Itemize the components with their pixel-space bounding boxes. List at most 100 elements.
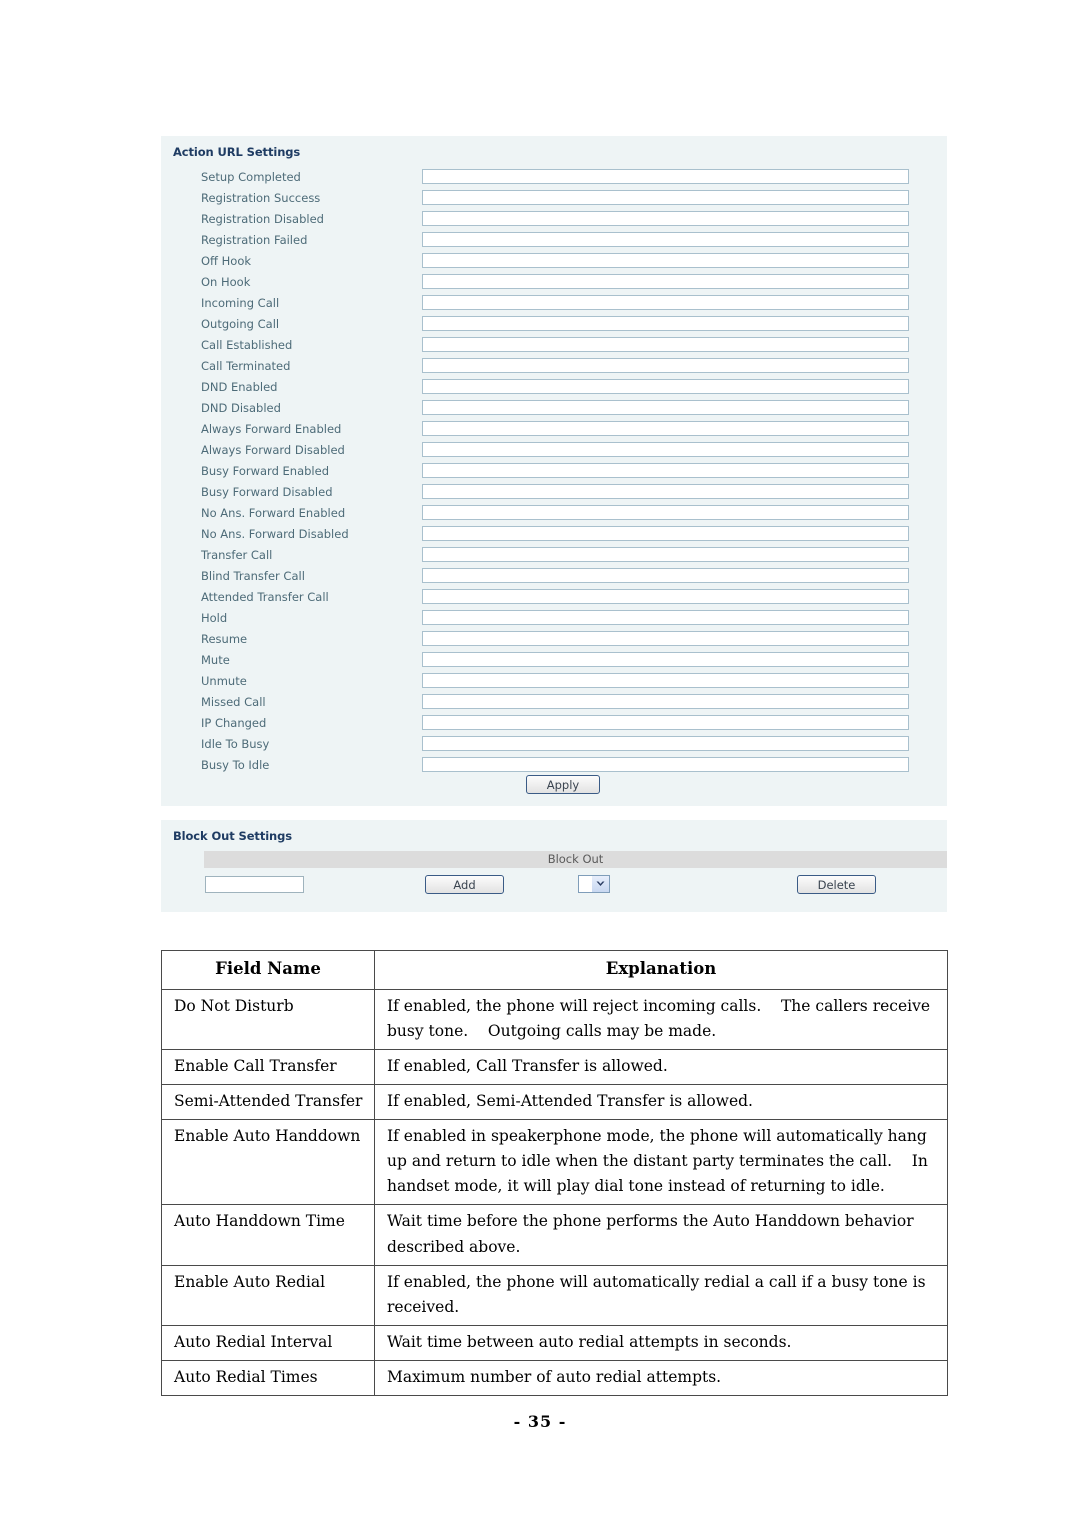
action-url-row-label: No Ans. Forward Enabled bbox=[201, 506, 346, 520]
action-url-row-label: Setup Completed bbox=[201, 170, 301, 184]
table-cell-explanation: If enabled in speakerphone mode, the pho… bbox=[374, 1119, 948, 1206]
block-out-settings-panel: Block Out Settings Block Out Add Delete bbox=[161, 820, 947, 912]
action-url-row-input[interactable] bbox=[422, 610, 909, 625]
chevron-down-icon[interactable] bbox=[592, 876, 609, 892]
table-row: Do Not Disturb If enabled, the phone will… bbox=[161, 988, 948, 1050]
action-url-settings-title: Action URL Settings bbox=[173, 145, 301, 159]
action-url-row-input[interactable] bbox=[422, 316, 909, 331]
table-row: Enable Auto Handdown If enabled in speake… bbox=[161, 1119, 948, 1206]
table-row: Semi-Attended Transfer If enabled, Semi-A… bbox=[161, 1084, 948, 1121]
action-url-row-label: Always Forward Enabled bbox=[201, 422, 342, 436]
action-url-row-input[interactable] bbox=[422, 295, 909, 310]
table-cell-explanation: If enabled, Call Transfer is allowed. bbox=[374, 1048, 948, 1086]
action-url-row-input[interactable] bbox=[422, 568, 909, 583]
block-out-input[interactable] bbox=[205, 876, 304, 893]
action-url-row: Busy Forward Enabled bbox=[161, 463, 947, 484]
action-url-row-label: Unmute bbox=[201, 674, 247, 688]
action-url-row-label: On Hook bbox=[201, 275, 251, 289]
action-url-row-input[interactable] bbox=[422, 337, 909, 352]
action-url-row-input[interactable] bbox=[422, 631, 909, 646]
action-url-row-input[interactable] bbox=[422, 274, 909, 289]
table-cell-field-name: Auto Redial Interval bbox=[161, 1324, 375, 1362]
action-url-row-label: Idle To Busy bbox=[201, 737, 270, 751]
action-url-row: Call Terminated bbox=[161, 358, 947, 379]
table-row: Auto Redial Interval Wait time between au… bbox=[161, 1324, 948, 1362]
action-url-row-input[interactable] bbox=[422, 757, 909, 772]
table-cell-explanation: If enabled, the phone will reject incomi… bbox=[374, 988, 948, 1050]
action-url-row-label: Resume bbox=[201, 632, 248, 646]
action-url-row: Resume bbox=[161, 631, 947, 652]
table-row: Auto Redial Times Maximum number of auto … bbox=[161, 1360, 948, 1397]
action-url-row: DND Disabled bbox=[161, 400, 947, 421]
action-url-row-input[interactable] bbox=[422, 442, 909, 457]
table-body: Do Not Disturb If enabled, the phone will… bbox=[161, 988, 948, 1397]
block-out-column-header-label: Block Out bbox=[547, 852, 604, 866]
action-url-row-label: Registration Success bbox=[201, 191, 321, 205]
action-url-row-label: Call Established bbox=[201, 338, 293, 352]
action-url-row-label: Blind Transfer Call bbox=[201, 569, 305, 583]
table-cell-explanation: Wait time between auto redial attempts i… bbox=[374, 1324, 948, 1362]
action-url-row-input[interactable] bbox=[422, 484, 909, 499]
action-url-row: Hold bbox=[161, 610, 947, 631]
action-url-row-input[interactable] bbox=[422, 421, 909, 436]
table-cell-field-name: Enable Auto Redial bbox=[161, 1264, 375, 1326]
action-url-row-input[interactable] bbox=[422, 526, 909, 541]
action-url-row-input[interactable] bbox=[422, 211, 909, 226]
table-cell-field-name: Auto Handdown Time bbox=[161, 1204, 375, 1266]
block-out-select[interactable] bbox=[578, 875, 610, 893]
action-url-row-input[interactable] bbox=[422, 253, 909, 268]
action-url-row: Registration Failed bbox=[161, 232, 947, 253]
action-url-row-input[interactable] bbox=[422, 190, 909, 205]
action-url-row-label: Off Hook bbox=[201, 254, 252, 268]
apply-button[interactable]: Apply bbox=[526, 775, 600, 794]
delete-button[interactable]: Delete bbox=[797, 875, 876, 894]
action-url-row: IP Changed bbox=[161, 715, 947, 736]
block-out-settings-title: Block Out Settings bbox=[173, 829, 293, 843]
action-url-row-input[interactable] bbox=[422, 379, 909, 394]
table-cell-field-name: Semi-Attended Transfer bbox=[161, 1084, 375, 1121]
action-url-row: No Ans. Forward Enabled bbox=[161, 505, 947, 526]
action-url-row-input[interactable] bbox=[422, 400, 909, 415]
action-url-row-input[interactable] bbox=[422, 358, 909, 373]
table-header-row: Field Name Explanation bbox=[161, 950, 948, 990]
action-url-row: Registration Disabled bbox=[161, 211, 947, 232]
action-url-row-label: Mute bbox=[201, 653, 230, 667]
action-url-row: Always Forward Enabled bbox=[161, 421, 947, 442]
action-url-row: DND Enabled bbox=[161, 379, 947, 400]
action-url-row-label: Always Forward Disabled bbox=[201, 443, 345, 457]
table-cell-explanation: If enabled, the phone will automatically… bbox=[374, 1264, 948, 1326]
block-out-column-header: Block Out bbox=[204, 851, 947, 868]
action-url-row: Transfer Call bbox=[161, 547, 947, 568]
action-url-row-input[interactable] bbox=[422, 694, 909, 709]
action-url-row: Off Hook bbox=[161, 253, 947, 274]
action-url-row-input[interactable] bbox=[422, 169, 909, 184]
action-url-row: Incoming Call bbox=[161, 295, 947, 316]
action-url-row-input[interactable] bbox=[422, 652, 909, 667]
add-button[interactable]: Add bbox=[425, 875, 504, 894]
action-url-row: Busy Forward Disabled bbox=[161, 484, 947, 505]
action-url-row-input[interactable] bbox=[422, 232, 909, 247]
action-url-row: Blind Transfer Call bbox=[161, 568, 947, 589]
table-cell-field-name: Enable Call Transfer bbox=[161, 1048, 375, 1086]
table-cell-field-name: Auto Redial Times bbox=[161, 1360, 375, 1397]
table-row: Auto Handdown Time Wait time before the p… bbox=[161, 1204, 948, 1266]
page-number: - 35 - bbox=[513, 1412, 567, 1431]
action-url-row-label: DND Disabled bbox=[201, 401, 281, 415]
action-url-row-label: Missed Call bbox=[201, 695, 266, 709]
table-cell-explanation: If enabled, Semi-Attended Transfer is al… bbox=[374, 1084, 948, 1121]
action-url-row-input[interactable] bbox=[422, 673, 909, 688]
action-url-row-label: Registration Failed bbox=[201, 233, 308, 247]
action-url-row-label: Transfer Call bbox=[201, 548, 273, 562]
action-url-row-label: Busy Forward Enabled bbox=[201, 464, 330, 478]
action-url-row-label: Registration Disabled bbox=[201, 212, 324, 226]
action-url-row: Attended Transfer Call bbox=[161, 589, 947, 610]
action-url-row: Unmute bbox=[161, 673, 947, 694]
action-url-row: Outgoing Call bbox=[161, 316, 947, 337]
action-url-row-input[interactable] bbox=[422, 505, 909, 520]
action-url-row-input[interactable] bbox=[422, 547, 909, 562]
table-cell-field-name: Do Not Disturb bbox=[161, 988, 375, 1050]
action-url-row-input[interactable] bbox=[422, 715, 909, 730]
action-url-row-input[interactable] bbox=[422, 736, 909, 751]
action-url-row-input[interactable] bbox=[422, 463, 909, 478]
action-url-row-input[interactable] bbox=[422, 589, 909, 604]
